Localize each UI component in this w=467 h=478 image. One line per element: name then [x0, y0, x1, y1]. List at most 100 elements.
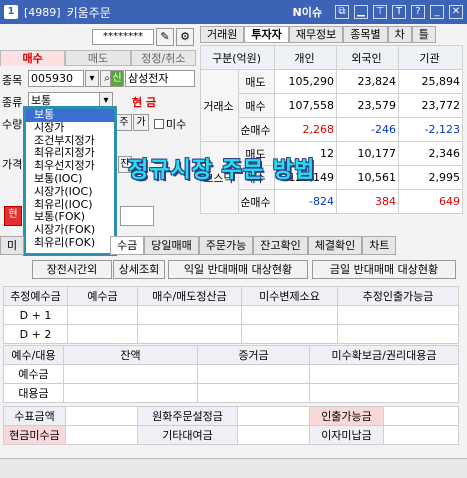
tab-frame[interactable]: 틀	[411, 26, 436, 43]
table-cell: 23,579	[336, 93, 399, 118]
deposit-table: 추정예수금 예수금 매수/매도정산금 미수변제소요 추정인출가능금 D + 1 …	[3, 286, 459, 344]
table-cell	[63, 383, 198, 403]
table-cell: -2,123	[398, 117, 463, 142]
table-cell	[67, 305, 138, 325]
next-day-liquidation-button[interactable]: 익일 반대매매 대상현황	[168, 260, 308, 279]
row-label: 매수	[238, 93, 275, 118]
not-filled-label: 미수	[166, 118, 187, 131]
pin-icon[interactable]: ⊤	[373, 5, 387, 19]
table-cell: 2,995	[398, 165, 463, 190]
window-title: 키움주문	[66, 5, 111, 20]
table-cell	[241, 305, 338, 325]
chevron-down-icon[interactable]: ▾	[85, 70, 99, 87]
gear-icon[interactable]: ⚙	[176, 28, 194, 46]
table-cell: 23,772	[398, 93, 463, 118]
order-amount-field[interactable]	[120, 206, 154, 226]
dropdown-option[interactable]: 보통(IOC)	[26, 172, 114, 186]
col-header: 증거금	[197, 345, 310, 365]
news-link[interactable]: N이슈	[293, 4, 322, 20]
table-cell	[237, 406, 310, 426]
tab-chart[interactable]: 차	[387, 26, 412, 43]
status-bar	[0, 458, 467, 478]
table-row: 수표금액 원화주문설정금 인출가능금	[3, 406, 459, 426]
row-label: D + 2	[3, 324, 68, 344]
tab-financial[interactable]: 재무정보	[288, 26, 344, 43]
table-cell: 2,346	[398, 141, 463, 166]
title-bar: 1 [4989] 키움주문 N이슈 ⧉ ▁ ⊤ T ? _ ✕	[0, 0, 467, 24]
tab-buy[interactable]: 매수	[0, 50, 66, 66]
today-liquidation-button[interactable]: 금일 반대매매 대상현황	[312, 260, 456, 279]
row-label: 인출가능금	[309, 406, 384, 426]
help-icon[interactable]: ?	[411, 5, 425, 19]
table-cell: -246	[336, 117, 399, 142]
order-type-dropdown[interactable]: 보통 시장가 조건부지정가 최유리지정가 최우선지정가 보통(IOC) 시장가(IOC) 최유…	[23, 106, 117, 256]
table-cell	[197, 364, 310, 384]
tab-balance[interactable]: 잔고확인	[253, 236, 308, 255]
quantity-unit-button[interactable]: 주	[116, 114, 132, 131]
dropdown-option[interactable]: 시장가	[26, 121, 114, 135]
not-filled-checkbox[interactable]: 미수	[154, 116, 186, 132]
tab-execution[interactable]: 체결확인	[307, 236, 363, 255]
table-cell: 25,894	[398, 69, 463, 94]
summary-table: 수표금액 원화주문설정금 인출가능금 현금미수금 기타대여금 이자미납금	[3, 406, 459, 445]
row-label: 매도	[238, 69, 275, 94]
overlay-caption: 정규시장 주문 방법	[128, 158, 316, 183]
table-cell: 10,561	[336, 165, 399, 190]
investor-table: 구분(억원) 개인 외국인 기관 거래소 매도 105,290 23,824 2…	[200, 45, 463, 214]
table-cell: 2,268	[274, 117, 337, 142]
stock-label: 종목	[2, 74, 23, 87]
col-header: 추정인출가능금	[337, 286, 459, 306]
col-header: 추정예수금	[3, 286, 68, 306]
table-row: 예수금	[3, 364, 459, 384]
buy-order-button[interactable]: 현	[4, 206, 22, 226]
minimize-icon[interactable]: ▁	[354, 5, 368, 19]
available-qty-button[interactable]: 가	[133, 114, 149, 131]
cash-label: 현 금	[132, 96, 157, 109]
pre-market-button[interactable]: 장전시간외	[32, 260, 112, 279]
tab-unpaid[interactable]: 미	[0, 236, 24, 255]
row-label: 예수금	[3, 364, 64, 384]
tab-orderable[interactable]: 주문가능	[198, 236, 254, 255]
dropdown-option[interactable]: 시장가(IOC)	[26, 185, 114, 199]
price-label: 가격	[2, 158, 23, 171]
quantity-label: 수량	[2, 118, 23, 131]
col-header: 미수확보금/권리대용금	[309, 345, 459, 365]
tab-sell[interactable]: 매도	[65, 50, 131, 66]
table-cell: -824	[274, 189, 337, 214]
row-label: 순매수	[238, 117, 275, 142]
table-cell	[337, 324, 459, 344]
detail-query-button[interactable]: 상세조회	[113, 260, 165, 279]
row-label: D + 1	[3, 305, 68, 325]
stock-code-input[interactable]: 005930	[28, 70, 84, 87]
bottom-tabs: 미 수금 당일매매 주문가능 잔고확인 체결확인 차트	[0, 236, 467, 255]
row-label: 이자미납금	[309, 425, 384, 445]
table-cell	[137, 324, 242, 344]
tab-by-stock[interactable]: 종목별	[343, 26, 388, 43]
table-row: D + 2	[3, 324, 459, 344]
table-cell	[383, 406, 459, 426]
row-label: 수표금액	[3, 406, 66, 426]
tab-daily-trade[interactable]: 당일매매	[144, 236, 199, 255]
table-cell: 107,558	[274, 93, 337, 118]
col-header: 미수변제소요	[241, 286, 338, 306]
window-number-badge: 1	[4, 5, 18, 19]
row-label: 대용금	[3, 383, 64, 403]
row-label: 현금미수금	[3, 425, 66, 445]
font-icon[interactable]: T	[392, 5, 406, 19]
edit-icon[interactable]: ✎	[156, 28, 174, 46]
close-icon[interactable]: ✕	[449, 5, 463, 19]
info-tabs: 거래원 투자자 재무정보 종목별 차 틀	[200, 26, 436, 43]
tab-chart-bottom[interactable]: 차트	[362, 236, 397, 255]
order-type-label: 종류	[2, 96, 23, 109]
tab-broker[interactable]: 거래원	[200, 26, 245, 43]
checkbox-icon	[154, 119, 164, 129]
tab-investor[interactable]: 투자자	[244, 26, 289, 43]
dropdown-option[interactable]: 보통	[26, 108, 114, 122]
password-field[interactable]: ********	[92, 29, 154, 45]
tab-modify-cancel[interactable]: 정정/취소	[130, 50, 196, 66]
row-label: 기타대여금	[137, 425, 238, 445]
col-header: 외국인	[336, 45, 399, 70]
tab-deposit[interactable]: 수금	[110, 236, 145, 255]
minimize-window-icon[interactable]: _	[430, 5, 444, 19]
copy-icon[interactable]: ⧉	[335, 5, 349, 19]
